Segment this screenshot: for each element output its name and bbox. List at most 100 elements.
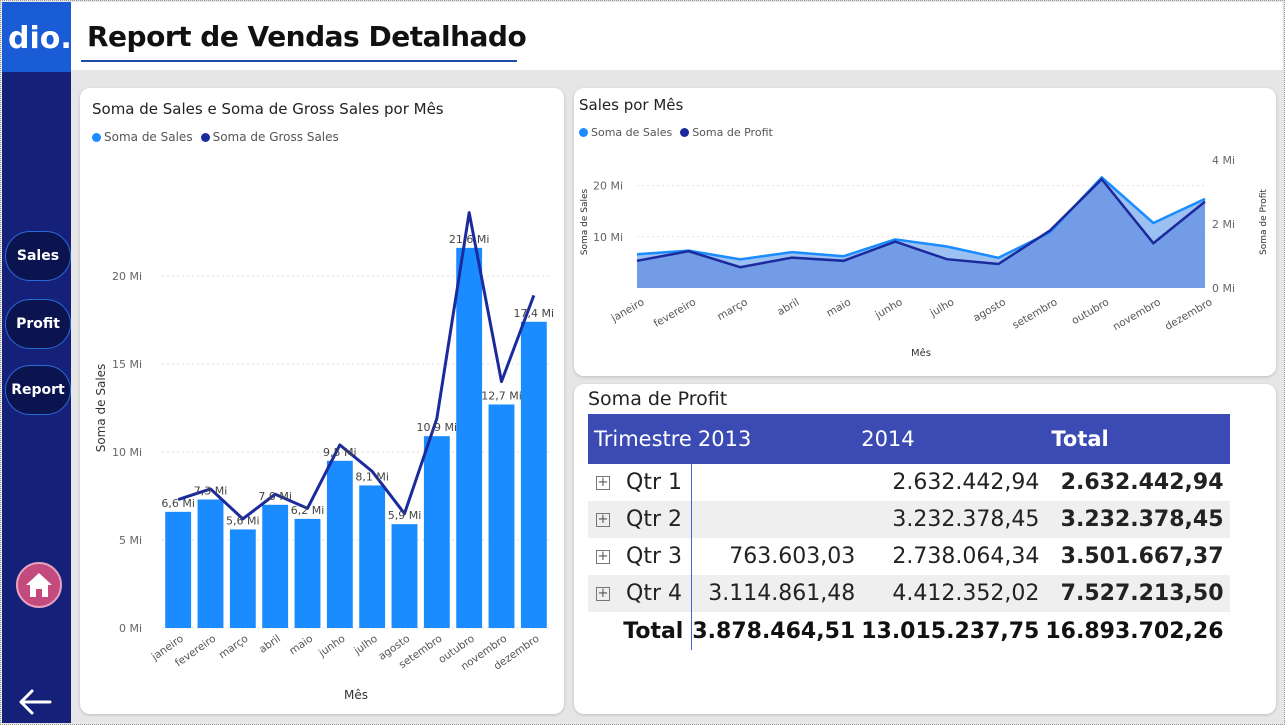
row-label-cell: + Qtr 2 <box>588 501 693 538</box>
y2-tick-label: 4 Mi <box>1212 154 1235 167</box>
bar <box>520 321 547 628</box>
bar <box>391 524 418 628</box>
cell-2014: 2.738.064,34 <box>892 544 1040 569</box>
bar <box>294 518 321 628</box>
col-header-trimestre[interactable]: Trimestre <box>588 414 692 464</box>
bar <box>423 436 450 628</box>
data-label: 21,6 Mi <box>449 233 490 246</box>
cell-total: 3.232.378,45 <box>1060 507 1224 532</box>
x-tick-label: maio <box>287 633 315 658</box>
plus-box-icon[interactable]: + <box>596 586 610 601</box>
cell-total: 3.501.667,37 <box>1060 544 1224 569</box>
row-label: Qtr 4 <box>626 581 682 606</box>
back-button[interactable] <box>16 685 56 719</box>
cell-2014: 4.412.352,02 <box>892 581 1040 606</box>
x-axis-title: Mês <box>344 688 368 702</box>
report-page: dio. Sales Profit Report Report de Venda… <box>0 0 1285 725</box>
cell-total: 2.632.442,94 <box>1060 470 1224 495</box>
page-header: Report de Vendas Detalhado <box>71 2 1283 70</box>
y-tick-label: 20 Mi <box>593 180 623 193</box>
sidebar: dio. Sales Profit Report <box>2 2 72 723</box>
data-label: 17,4 Mi <box>514 307 555 320</box>
y2-tick-label: 0 Mi <box>1212 282 1235 295</box>
data-label: 5,6 Mi <box>226 514 260 527</box>
bar <box>456 247 483 628</box>
bar <box>229 529 256 628</box>
nav-sales-button[interactable]: Sales <box>5 231 71 281</box>
cell-2014: 2.632.442,94 <box>892 470 1040 495</box>
data-label: 6,6 Mi <box>161 497 195 510</box>
logo-text: dio. <box>8 21 71 56</box>
nav-profit-button[interactable]: Profit <box>5 299 71 349</box>
x-tick-label: agosto <box>971 296 1008 324</box>
table-row: + Qtr 3 763.603,03 2.738.064,34 3.501.667… <box>588 538 1230 575</box>
grand-total: 16.893.702,26 <box>1045 618 1224 644</box>
y-tick-label: 20 Mi <box>112 270 142 283</box>
data-label: 9,5 Mi <box>323 446 357 459</box>
cell-2013 <box>692 501 861 538</box>
x-tick-label: abril <box>257 633 283 656</box>
x-tick-label: março <box>217 633 251 662</box>
profit-table-card: Soma de Profit Trimestre 2013 2014 Total… <box>574 384 1276 714</box>
row-label: Qtr 3 <box>626 544 682 569</box>
table-row: + Qtr 1 2.632.442,94 2.632.442,94 <box>588 464 1230 501</box>
cell-total: 7.527.213,50 <box>1060 581 1224 606</box>
area-chart-svg: 10 Mi 20 Mi 0 Mi 2 Mi 4 Mi janeiro fevereiro ma… <box>580 154 1269 359</box>
sales-gross-sales-chart-card: Soma de Sales e Soma de Gross Sales por … <box>80 88 564 714</box>
plus-box-icon[interactable]: + <box>596 512 610 527</box>
data-label: 8,1 Mi <box>355 470 389 483</box>
home-icon <box>26 573 52 597</box>
page-title: Report de Vendas Detalhado <box>87 20 527 53</box>
y-tick-label: 5 Mi <box>119 534 142 547</box>
y-tick-label: 0 Mi <box>119 622 142 635</box>
x-tick-label: junho <box>872 296 904 322</box>
bar <box>165 511 192 628</box>
bar <box>262 504 289 628</box>
total-2014: 13.015.237,75 <box>861 618 1040 644</box>
x-tick-label: setembro <box>1010 296 1059 331</box>
table-row: + Qtr 4 3.114.861,48 4.412.352,02 7.527.2… <box>588 575 1230 612</box>
y2-tick-label: 2 Mi <box>1212 218 1235 231</box>
profit-matrix: Trimestre 2013 2014 Total + Qtr 1 2.632.4… <box>588 414 1230 650</box>
cell-2013 <box>692 464 861 501</box>
y-tick-label: 15 Mi <box>112 358 142 371</box>
data-label: 6,2 Mi <box>291 504 325 517</box>
row-label-cell: + Qtr 1 <box>588 464 693 501</box>
x-tick-label: outubro <box>1070 296 1112 327</box>
totals-label: Total <box>588 612 693 650</box>
table-row: + Qtr 2 3.232.378,45 3.232.378,45 <box>588 501 1230 538</box>
x-tick-label: maio <box>825 296 854 319</box>
nav-profit-label: Profit <box>16 316 60 332</box>
dio-logo-icon: dio. <box>8 21 72 56</box>
arrow-left-icon <box>19 689 52 715</box>
x-tick-label: julho <box>927 296 956 320</box>
bar <box>488 404 515 628</box>
x-tick-label: junho <box>316 633 348 660</box>
cell-2014: 3.232.378,45 <box>892 507 1040 532</box>
row-label: Qtr 1 <box>626 470 682 495</box>
x-tick-label: janeiro <box>609 296 647 325</box>
y-axis-title: Soma de Sales <box>580 188 590 255</box>
col-header-total[interactable]: Total <box>1045 414 1229 464</box>
nav-report-button[interactable]: Report <box>5 365 71 415</box>
nav-report-label: Report <box>11 382 65 398</box>
data-label: 5,9 Mi <box>388 509 422 522</box>
title-underline <box>81 60 517 62</box>
row-label-cell: + Qtr 3 <box>588 538 693 575</box>
col-header-2014[interactable]: 2014 <box>861 414 1045 464</box>
data-label: 12,7 Mi <box>481 389 522 402</box>
data-label: 7,0 Mi <box>258 490 292 503</box>
x-tick-label: fevereiro <box>652 296 699 330</box>
x-tick-label: novembro <box>1111 296 1163 333</box>
col-header-2013[interactable]: 2013 <box>692 414 861 464</box>
plus-box-icon[interactable]: + <box>596 475 610 490</box>
x-tick-label: abril <box>775 296 801 318</box>
row-label: Qtr 2 <box>626 507 682 532</box>
bar-chart-svg: 0 Mi 5 Mi 10 Mi 15 Mi 20 Mi 6,6 Mi7,3 Mi 5,6 M… <box>94 211 555 702</box>
x-tick-label: março <box>715 296 750 323</box>
bar <box>326 460 353 628</box>
profit-table-title: Soma de Profit <box>588 388 728 410</box>
row-label-cell: + Qtr 4 <box>588 575 693 612</box>
plus-box-icon[interactable]: + <box>596 549 610 564</box>
home-button[interactable] <box>16 562 62 608</box>
